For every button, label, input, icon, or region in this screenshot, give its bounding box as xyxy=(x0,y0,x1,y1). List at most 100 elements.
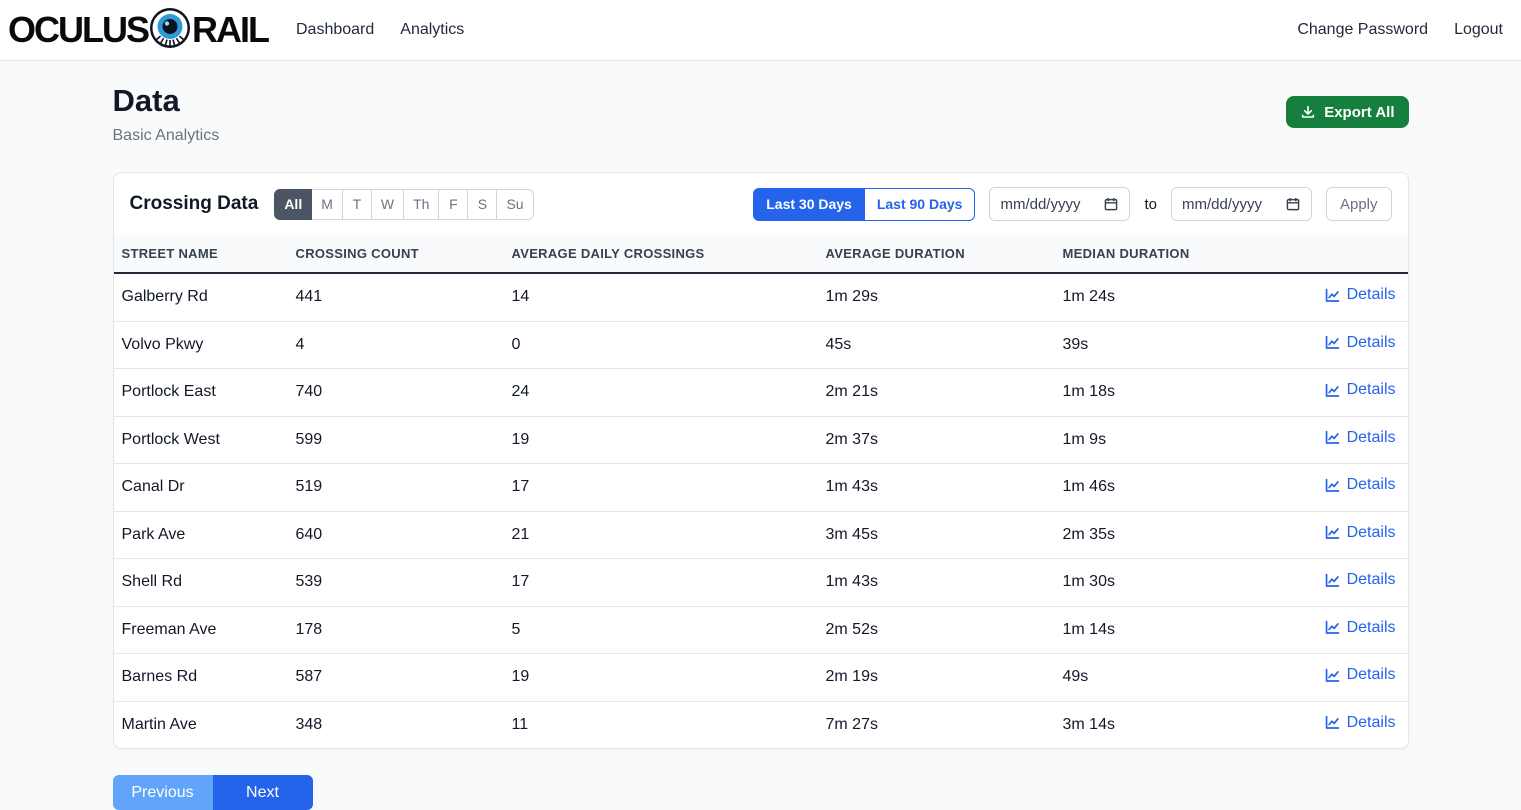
average-duration-cell: 2m 21s xyxy=(818,369,1055,417)
median-duration-cell: 1m 14s xyxy=(1055,606,1270,654)
logo-text-right: RAIL xyxy=(192,12,268,48)
median-duration-cell: 1m 46s xyxy=(1055,464,1270,512)
crossing-count-cell: 348 xyxy=(288,701,504,748)
next-page-button[interactable]: Next xyxy=(213,775,313,810)
average-duration-cell: 7m 27s xyxy=(818,701,1055,748)
nav-link-analytics[interactable]: Analytics xyxy=(400,21,464,39)
average-duration-cell: 2m 19s xyxy=(818,654,1055,702)
last-30-days-button[interactable]: Last 30 Days xyxy=(753,188,865,221)
street-name-cell: Shell Rd xyxy=(114,559,288,607)
details-label: Details xyxy=(1347,666,1396,684)
column-header-average-duration: Average Duration xyxy=(818,235,1055,273)
street-name-cell: Canal Dr xyxy=(114,464,288,512)
day-filter-m[interactable]: M xyxy=(312,189,343,220)
day-filter-group: AllMTWThFSSu xyxy=(274,189,533,220)
line-chart-icon xyxy=(1324,477,1341,494)
table-row: Barnes Rd 587 19 2m 19s 49s Details xyxy=(114,654,1408,702)
eye-logo-icon xyxy=(147,6,193,57)
median-duration-cell: 1m 9s xyxy=(1055,416,1270,464)
details-link[interactable]: Details xyxy=(1324,619,1396,637)
line-chart-icon xyxy=(1324,382,1341,399)
table-row: Portlock East 740 24 2m 21s 1m 18s Detai… xyxy=(114,369,1408,417)
average-duration-cell: 1m 29s xyxy=(818,273,1055,321)
details-link[interactable]: Details xyxy=(1324,524,1396,542)
details-label: Details xyxy=(1347,524,1396,542)
date-filter-cluster: Last 30 Days Last 90 Days mm/dd/yyyy to xyxy=(753,187,1391,221)
details-label: Details xyxy=(1347,286,1396,304)
logo-text-left: OCULUS xyxy=(8,12,148,48)
top-navbar: OCULUS RAIL D xyxy=(0,0,1521,61)
table-row: Shell Rd 539 17 1m 43s 1m 30s Details xyxy=(114,559,1408,607)
street-name-cell: Galberry Rd xyxy=(114,273,288,321)
details-label: Details xyxy=(1347,476,1396,494)
details-link[interactable]: Details xyxy=(1324,714,1396,732)
day-filter-all[interactable]: All xyxy=(274,189,312,220)
median-duration-cell: 3m 14s xyxy=(1055,701,1270,748)
crossing-data-table: Street Name Crossing Count Average Daily… xyxy=(114,235,1408,748)
apply-button[interactable]: Apply xyxy=(1326,187,1392,221)
calendar-icon[interactable] xyxy=(1285,196,1301,212)
details-link[interactable]: Details xyxy=(1324,571,1396,589)
details-label: Details xyxy=(1347,714,1396,732)
day-filter-t[interactable]: T xyxy=(343,189,372,220)
average-daily-crossings-cell: 19 xyxy=(504,416,818,464)
previous-page-button[interactable]: Previous xyxy=(113,775,213,810)
details-link[interactable]: Details xyxy=(1324,334,1396,352)
crossing-count-cell: 640 xyxy=(288,511,504,559)
day-filter-w[interactable]: W xyxy=(372,189,404,220)
day-filter-s[interactable]: S xyxy=(468,189,497,220)
average-duration-cell: 1m 43s xyxy=(818,559,1055,607)
details-link[interactable]: Details xyxy=(1324,666,1396,684)
crossing-count-cell: 740 xyxy=(288,369,504,417)
median-duration-cell: 49s xyxy=(1055,654,1270,702)
logout-link[interactable]: Logout xyxy=(1454,21,1503,39)
average-daily-crossings-cell: 21 xyxy=(504,511,818,559)
details-link[interactable]: Details xyxy=(1324,429,1396,447)
export-all-button[interactable]: Export All xyxy=(1286,96,1408,128)
average-duration-cell: 2m 37s xyxy=(818,416,1055,464)
change-password-link[interactable]: Change Password xyxy=(1297,21,1428,39)
street-name-cell: Portlock West xyxy=(114,416,288,464)
last-90-days-button[interactable]: Last 90 Days xyxy=(865,188,976,221)
table-row: Canal Dr 519 17 1m 43s 1m 46s Details xyxy=(114,464,1408,512)
details-label: Details xyxy=(1347,334,1396,352)
column-header-median-duration: Median Duration xyxy=(1055,235,1270,273)
average-daily-crossings-cell: 24 xyxy=(504,369,818,417)
street-name-cell: Martin Ave xyxy=(114,701,288,748)
line-chart-icon xyxy=(1324,619,1341,636)
calendar-icon[interactable] xyxy=(1103,196,1119,212)
day-filter-f[interactable]: F xyxy=(439,189,468,220)
street-name-cell: Freeman Ave xyxy=(114,606,288,654)
pagination: Previous Next xyxy=(113,775,1409,810)
details-link[interactable]: Details xyxy=(1324,381,1396,399)
day-filter-th[interactable]: Th xyxy=(404,189,439,220)
details-link[interactable]: Details xyxy=(1324,286,1396,304)
page-subtitle: Basic Analytics xyxy=(113,127,220,145)
details-link[interactable]: Details xyxy=(1324,476,1396,494)
median-duration-cell: 1m 24s xyxy=(1055,273,1270,321)
details-label: Details xyxy=(1347,429,1396,447)
average-duration-cell: 45s xyxy=(818,321,1055,369)
details-label: Details xyxy=(1347,619,1396,637)
details-label: Details xyxy=(1347,381,1396,399)
brand-logo[interactable]: OCULUS RAIL xyxy=(8,4,268,57)
average-duration-cell: 3m 45s xyxy=(818,511,1055,559)
average-duration-cell: 2m 52s xyxy=(818,606,1055,654)
table-row: Galberry Rd 441 14 1m 29s 1m 24s Details xyxy=(114,273,1408,321)
date-to-placeholder: mm/dd/yyyy xyxy=(1182,196,1262,213)
table-row: Portlock West 599 19 2m 37s 1m 9s Detail… xyxy=(114,416,1408,464)
average-daily-crossings-cell: 0 xyxy=(504,321,818,369)
crossing-count-cell: 539 xyxy=(288,559,504,607)
crossing-count-cell: 441 xyxy=(288,273,504,321)
crossing-count-cell: 4 xyxy=(288,321,504,369)
nav-link-dashboard[interactable]: Dashboard xyxy=(296,21,374,39)
average-daily-crossings-cell: 17 xyxy=(504,559,818,607)
date-from-placeholder: mm/dd/yyyy xyxy=(1000,196,1080,213)
street-name-cell: Barnes Rd xyxy=(114,654,288,702)
day-filter-su[interactable]: Su xyxy=(497,189,533,220)
average-daily-crossings-cell: 17 xyxy=(504,464,818,512)
details-label: Details xyxy=(1347,571,1396,589)
date-from-input[interactable]: mm/dd/yyyy xyxy=(989,187,1130,221)
date-to-input[interactable]: mm/dd/yyyy xyxy=(1171,187,1312,221)
median-duration-cell: 2m 35s xyxy=(1055,511,1270,559)
